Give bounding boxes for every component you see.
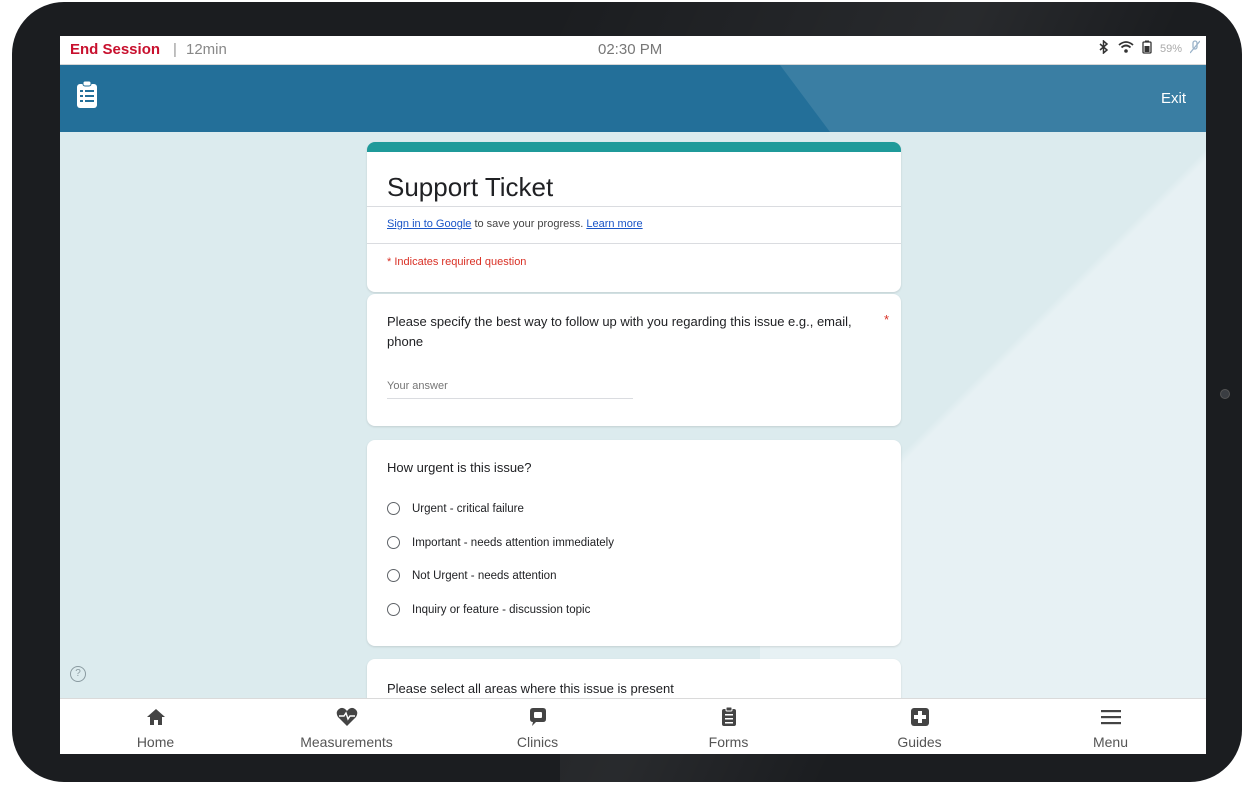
question-text: How urgent is this issue? [387,460,532,475]
battery-icon [1142,40,1152,57]
clock: 02:30 PM [598,41,663,58]
required-note: * Indicates required question [387,256,527,268]
help-circle-icon[interactable]: ? [70,666,86,682]
radio-label: Not Urgent - needs attention [412,569,557,582]
radio-label: Important - needs attention immediately [412,536,614,549]
app-header: Exit [60,65,1206,132]
heart-pulse-icon [336,707,357,726]
nav-home[interactable]: Home [60,699,251,754]
radio-button[interactable] [387,502,400,515]
hamburger-menu-icon [1100,710,1121,725]
sign-in-line: Sign in to Google to save your progress.… [387,218,643,230]
nav-guides[interactable]: Guides [824,699,1015,754]
session-time: 12min [186,41,227,58]
nav-measurements[interactable]: Measurements [251,699,442,754]
divider [367,243,901,244]
form-title: Support Ticket [387,172,554,202]
nav-clinics[interactable]: Clinics [442,699,633,754]
radio-option-not-urgent[interactable]: Not Urgent - needs attention [387,569,556,582]
radio-option-urgent[interactable]: Urgent - critical failure [387,502,524,515]
question-card-followup: Please specify the best way to follow up… [367,294,901,426]
followup-answer-input[interactable] [387,380,633,392]
exit-button[interactable]: Exit [1161,90,1186,107]
header-accent [780,65,1206,132]
divider [367,206,901,207]
mic-off-icon [1189,40,1201,57]
radio-button[interactable] [387,569,400,582]
nav-label: Menu [1092,734,1129,750]
question-text: Please select all areas where this issue… [387,681,674,696]
nav-label: Home [136,734,175,750]
status-bar: End Session | 12min 02:30 PM 59% [60,36,1206,65]
radio-button[interactable] [387,536,400,549]
battery-level: 59% [1159,42,1182,55]
radio-button[interactable] [387,603,400,616]
camera-icon [1220,389,1230,399]
nav-menu[interactable]: Menu [1015,699,1206,754]
nav-forms[interactable]: Forms [633,699,824,754]
wifi-icon [1118,40,1134,57]
required-asterisk: * [883,312,889,327]
nav-label: Measurements [300,734,393,750]
sign-in-text: to save your progress. [471,218,587,230]
form-header-card: Support Ticket Sign in to Google to save… [367,142,901,292]
radio-label: Urgent - critical failure [412,502,524,515]
radio-option-inquiry[interactable]: Inquiry or feature - discussion topic [387,603,590,616]
tablet-screen: End Session | 12min 02:30 PM 59% Exit Su… [60,36,1206,754]
radio-label: Inquiry or feature - discussion topic [412,603,591,616]
home-icon [146,709,165,725]
question-text: Please specify the best way to follow up… [387,314,852,349]
nav-label: Clinics [516,734,559,750]
nav-label: Guides [897,734,942,750]
question-card-urgency: How urgent is this issue? Urgent - criti… [367,440,901,646]
bottom-nav: Home Measurements Clinics Forms Guides M… [60,698,1206,754]
clipboard-list-icon [76,80,98,114]
nav-label: Forms [708,734,749,750]
medical-cross-icon [910,708,929,726]
bluetooth-icon [1098,39,1110,57]
sign-in-link[interactable]: Sign in to Google [387,218,471,230]
system-icons: 59% [1098,39,1201,57]
radio-option-important[interactable]: Important - needs attention immediately [387,536,614,549]
answer-field [387,376,633,399]
status-separator: | [173,41,177,58]
clipboard-icon [721,706,736,726]
end-session-button[interactable]: End Session [70,41,160,58]
chat-bubble-icon [529,708,546,726]
learn-more-link[interactable]: Learn more [586,218,642,230]
